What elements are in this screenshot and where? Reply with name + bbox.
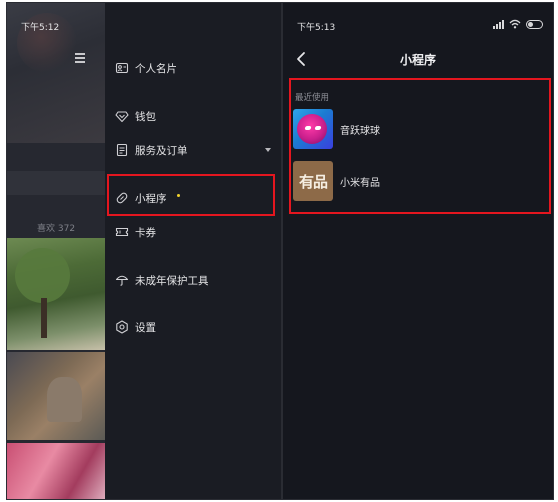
menu-item-minor-protection[interactable]: 未成年保护工具 (105, 265, 281, 295)
menu-item-wallet[interactable]: 钱包 (105, 101, 281, 131)
battery-icon (526, 19, 543, 29)
umbrella-icon (115, 275, 129, 286)
wallet-icon (115, 111, 129, 123)
menu-item-coupons[interactable]: 卡券 (105, 217, 281, 247)
video-thumbnail[interactable] (7, 238, 105, 350)
left-screen: 喜欢 372 下午5:12 个人名片 钱包 服务及订单 小程序 卡券 未成年保护… (6, 2, 282, 500)
status-icons (493, 19, 543, 29)
menu-item-orders[interactable]: 服务及订单 (105, 135, 281, 165)
menu-item-label: 设置 (135, 322, 156, 334)
menu-item-label: 钱包 (135, 111, 156, 123)
status-time: 下午5:12 (21, 23, 60, 33)
menu-item-business-card[interactable]: 个人名片 (105, 53, 281, 83)
document-icon (116, 143, 128, 157)
ticket-icon (115, 227, 129, 237)
status-bar: 下午5:13 (283, 3, 553, 43)
gear-icon (116, 320, 128, 334)
navigation-bar: 小程序 (283, 43, 553, 77)
highlight-box-recent-apps (289, 78, 551, 214)
highlight-box-mini-programs (107, 174, 275, 216)
wifi-icon (509, 19, 521, 29)
video-thumbnail[interactable] (7, 443, 105, 499)
menu-item-label: 卡券 (135, 227, 156, 239)
menu-item-label: 服务及订单 (135, 145, 188, 157)
side-menu: 个人名片 钱包 服务及订单 小程序 卡券 未成年保护工具 设置 (105, 3, 281, 499)
menu-item-settings[interactable]: 设置 (105, 312, 281, 342)
person-card-icon (115, 62, 129, 74)
likes-count: 喜欢 372 (37, 224, 76, 234)
status-time: 下午5:13 (297, 23, 336, 33)
menu-item-label: 个人名片 (135, 63, 177, 75)
video-thumbnail[interactable] (7, 352, 105, 440)
right-screen: 下午5:13 小程序 最近使用 音跃球球 有品 小米有品 (282, 2, 554, 500)
chevron-down-icon[interactable] (265, 148, 271, 152)
page-title: 小程序 (399, 53, 436, 67)
profile-feed-background: 喜欢 372 (7, 3, 105, 499)
profile-tab-bar (7, 171, 105, 195)
menu-icon[interactable] (75, 53, 85, 65)
menu-item-label: 未成年保护工具 (135, 275, 209, 287)
signal-icon (493, 19, 504, 29)
